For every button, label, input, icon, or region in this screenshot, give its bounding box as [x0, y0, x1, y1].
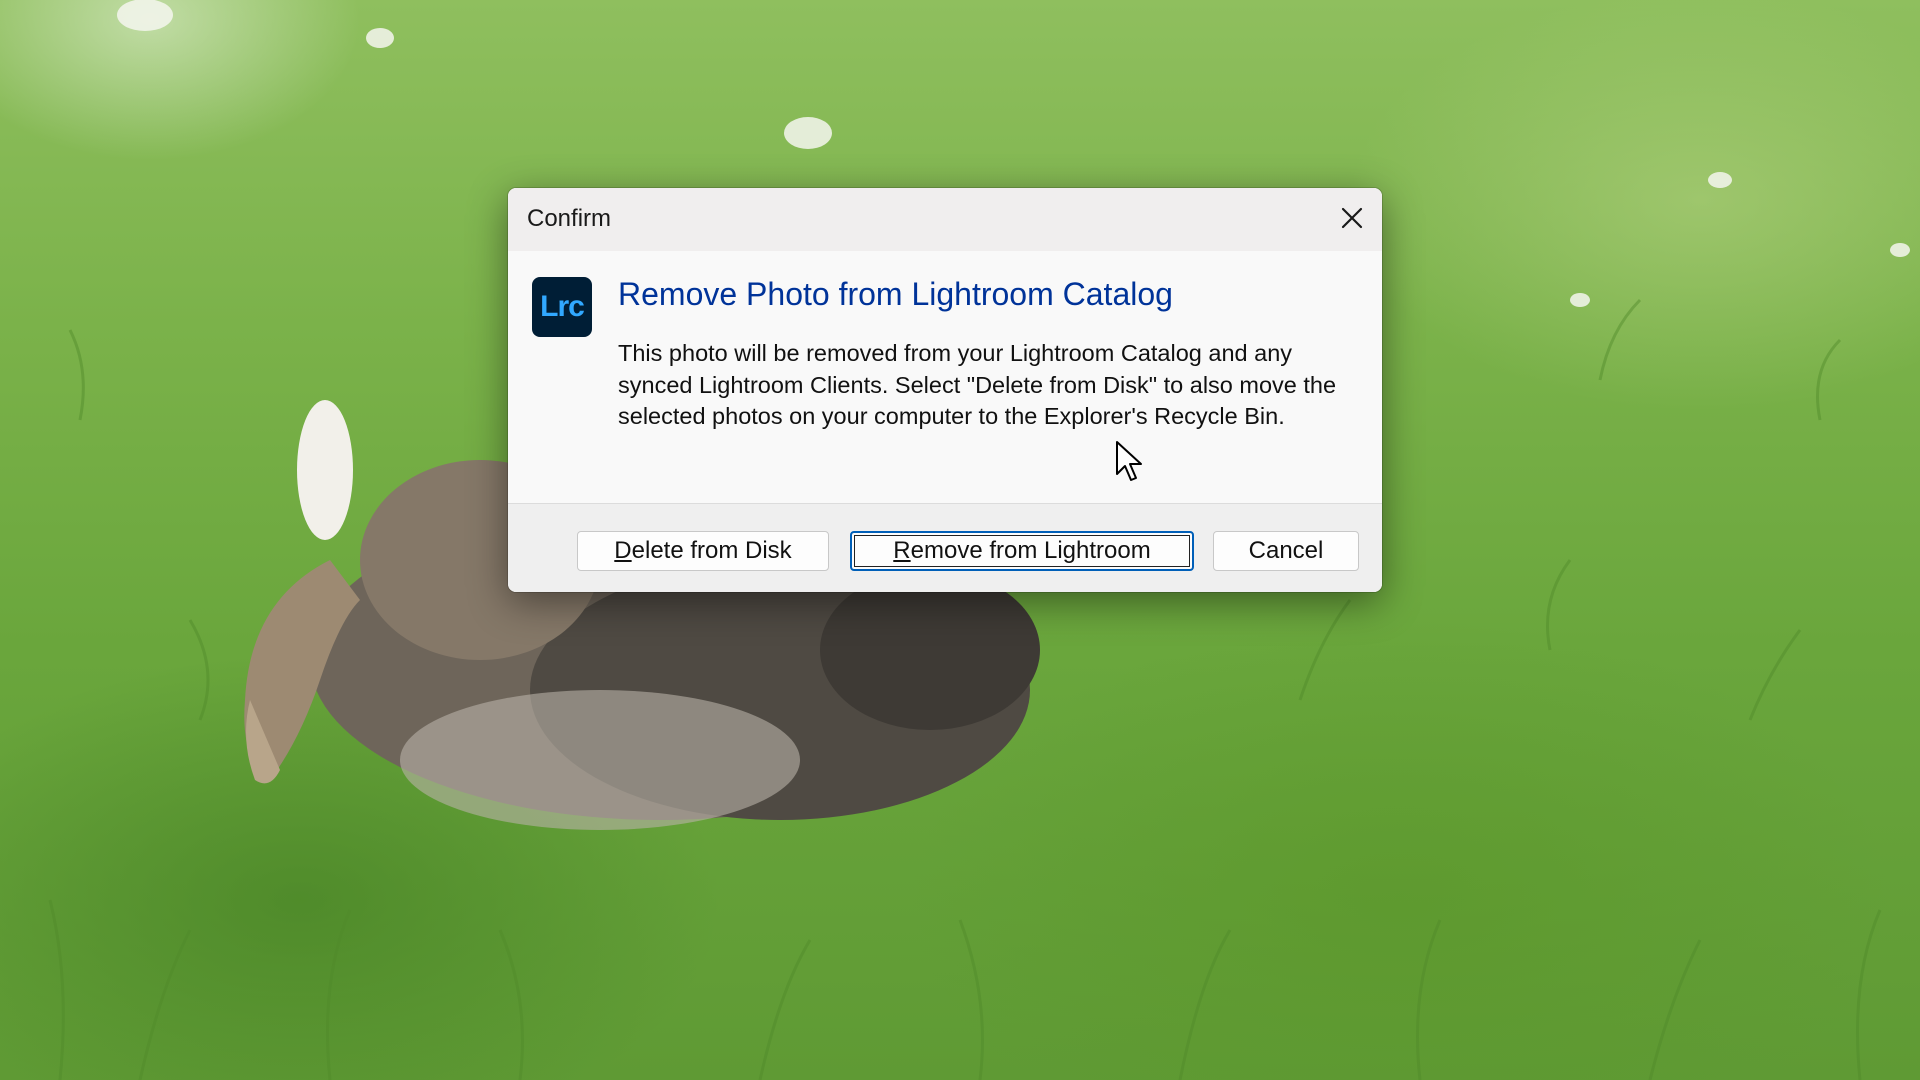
remove-button-accelerator: R [893, 537, 911, 564]
app-icon-label: Lrc [540, 290, 585, 323]
dialog-titlebar: Confirm [508, 188, 1382, 251]
dialog-content: Lrc Remove Photo from Lightroom Catalog … [508, 251, 1382, 503]
delete-button-label: elete from Disk [631, 537, 792, 564]
cancel-button-label: Cancel [1248, 537, 1324, 564]
dialog-message: This photo will be removed from your Lig… [618, 340, 1337, 429]
close-icon [1341, 207, 1363, 229]
close-button[interactable] [1330, 196, 1374, 240]
lightroom-classic-icon: Lrc [532, 277, 592, 337]
delete-button-accelerator: D [614, 537, 632, 564]
remove-button-label: emove from Lightroom [910, 537, 1151, 564]
dialog-button-bar: Delete from Disk Remove from Lightroom C… [508, 503, 1382, 592]
cancel-button[interactable]: Cancel [1213, 531, 1359, 571]
dialog-title: Confirm [527, 205, 612, 232]
mouse-pointer-icon [1116, 441, 1142, 481]
remove-from-lightroom-button[interactable]: Remove from Lightroom [850, 531, 1194, 571]
dialog-heading: Remove Photo from Lightroom Catalog [618, 276, 1173, 312]
delete-from-disk-button[interactable]: Delete from Disk [577, 531, 829, 571]
confirm-dialog: Confirm Lrc Remove Photo from Lightroom … [508, 188, 1382, 592]
